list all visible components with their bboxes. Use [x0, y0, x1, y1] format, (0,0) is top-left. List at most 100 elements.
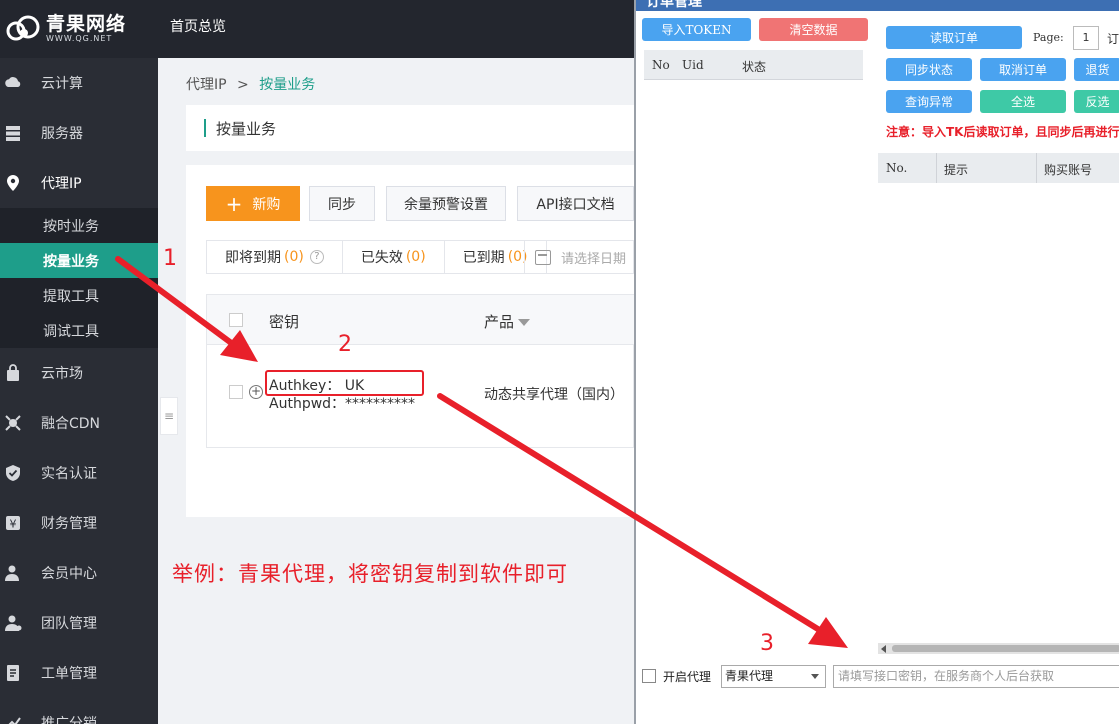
column-header-key: 密钥: [269, 313, 300, 331]
breadcrumb-current: 按量业务: [259, 77, 316, 93]
software-window: 订单管理 导入TOKEN 清空数据 No Uid 状态 读取订单 Page: 1…: [634, 0, 1119, 724]
sidebar-collapse-handle[interactable]: ≡: [160, 397, 178, 435]
sidebar-item-market[interactable]: 云市场: [0, 348, 158, 398]
chevron-down-icon: [811, 674, 819, 679]
column-divider: [936, 153, 937, 183]
column-header-product[interactable]: 产品: [484, 311, 531, 332]
select-all-checkbox[interactable]: [229, 313, 243, 327]
sidebar-item-verify[interactable]: 实名认证: [0, 448, 158, 498]
select-all-button[interactable]: 全选: [980, 90, 1066, 113]
sidebar-item-member[interactable]: 会员中心: [0, 548, 158, 598]
sidebar: 云计算 服务器 代理IP 按时业务 按量业务 提取工具 调试工具 云市场 融合C…: [0, 58, 158, 724]
read-orders-button[interactable]: 读取订单: [886, 26, 1022, 49]
breadcrumb-separator: >: [237, 77, 249, 93]
sidebar-item-label: 服务器: [41, 126, 83, 142]
page-input[interactable]: 1: [1073, 26, 1099, 50]
sidebar-subitem-volume[interactable]: 按量业务: [0, 243, 158, 278]
column-header-product-label: 产品: [484, 313, 515, 331]
right-col-hint: 提示: [944, 163, 969, 177]
brand-name: 青果网络: [46, 13, 127, 35]
step-number-1: 1: [163, 246, 177, 271]
member-icon: [5, 565, 19, 581]
sidebar-item-team[interactable]: 团队管理: [0, 598, 158, 648]
cancel-order-button[interactable]: 取消订单: [980, 58, 1066, 81]
invert-selection-button[interactable]: 反选: [1074, 90, 1119, 113]
calendar-icon: [535, 250, 551, 265]
sidebar-item-proxy-ip[interactable]: 代理IP: [0, 158, 158, 208]
main-card: + 新购 同步 余量预警设置 API接口文档 即将到期 (0) ? 已失效 (0…: [186, 165, 635, 517]
column-divider: [1036, 153, 1037, 183]
tab-count: (0): [284, 249, 304, 265]
left-col-status: 状态: [742, 60, 767, 74]
cdn-icon: [5, 415, 21, 431]
logo[interactable]: 青果网络 WWW.QG.NET: [0, 0, 158, 58]
new-purchase-label: 新购: [252, 196, 281, 213]
enable-proxy-checkbox[interactable]: [642, 669, 656, 683]
left-grid-header: No Uid 状态: [644, 50, 863, 80]
sidebar-item-label: 云市场: [41, 366, 83, 382]
api-docs-button[interactable]: API接口文档: [517, 186, 634, 221]
authpwd-value: Authpwd：**********: [269, 396, 416, 412]
sidebar-item-label: 团队管理: [41, 616, 97, 632]
page-title: 按量业务: [216, 120, 277, 138]
server-icon: [6, 126, 20, 141]
sidebar-subitem-timed[interactable]: 按时业务: [0, 208, 158, 243]
horizontal-scrollbar[interactable]: [878, 643, 1119, 654]
top-nav-home[interactable]: 首页总览: [170, 16, 226, 36]
tab-label: 已到期: [462, 250, 505, 266]
sidebar-item-label: 财务管理: [41, 516, 97, 532]
sidebar-item-label: 推广分销: [41, 716, 97, 724]
new-purchase-button[interactable]: + 新购: [206, 186, 300, 221]
scroll-left-icon[interactable]: [881, 645, 886, 653]
import-token-button[interactable]: 导入TOKEN: [642, 18, 751, 41]
app-titlebar: 订单管理: [636, 0, 1119, 11]
promote-icon: [8, 717, 21, 724]
order-label: 订单: [1107, 32, 1119, 46]
sync-button[interactable]: 同步: [309, 186, 375, 221]
sidebar-item-server[interactable]: 服务器: [0, 108, 158, 158]
sidebar-item-label: 工单管理: [41, 666, 97, 682]
proxy-ip-icon: [7, 175, 19, 191]
title-accent-bar: [204, 119, 206, 137]
query-exception-button[interactable]: 查询异常: [886, 90, 972, 113]
balance-warning-button[interactable]: 余量预警设置: [386, 186, 506, 221]
authkey-highlight-box: [265, 370, 424, 396]
expand-icon[interactable]: +: [249, 385, 263, 399]
sidebar-item-promote[interactable]: 推广分销: [0, 698, 158, 724]
sidebar-item-label: 融合CDN: [41, 416, 101, 432]
right-col-account: 购买账号: [1044, 163, 1093, 177]
clear-data-button[interactable]: 清空数据: [759, 18, 868, 41]
app-title: 订单管理: [646, 0, 702, 10]
breadcrumb-parent[interactable]: 代理IP: [186, 77, 227, 93]
sidebar-item-finance[interactable]: ¥ 财务管理: [0, 498, 158, 548]
svg-text:¥: ¥: [10, 518, 17, 531]
left-col-uid: Uid: [682, 58, 704, 72]
tab-expiring-soon[interactable]: 即将到期 (0) ?: [206, 240, 343, 274]
tab-invalid[interactable]: 已失效 (0): [341, 240, 445, 274]
right-col-no: No.: [886, 161, 908, 175]
right-grid-header: No. 提示 购买账号: [878, 153, 1119, 183]
sidebar-item-cloud[interactable]: 云计算: [0, 58, 158, 108]
sidebar-item-ticket[interactable]: 工单管理: [0, 648, 158, 698]
refund-button[interactable]: 退货: [1074, 58, 1119, 81]
help-icon[interactable]: ?: [309, 250, 324, 264]
proxy-provider-value: 青果代理: [725, 669, 774, 683]
enable-proxy-label: 开启代理: [663, 670, 712, 684]
logo-cloud-icon: [6, 15, 40, 41]
sidebar-item-cdn[interactable]: 融合CDN: [0, 398, 158, 448]
tab-label: 即将到期: [225, 250, 281, 266]
sidebar-subitem-extract[interactable]: 提取工具: [0, 278, 158, 313]
filter-icon[interactable]: [518, 319, 531, 326]
sidebar-item-label: 会员中心: [41, 566, 97, 582]
sync-status-button[interactable]: 同步状态: [886, 58, 972, 81]
team-icon: [5, 615, 22, 631]
date-picker-input[interactable]: 请选择日期: [524, 240, 634, 274]
left-col-no: No: [652, 58, 670, 72]
yen-icon: ¥: [6, 516, 20, 531]
cloud-icon: [5, 77, 21, 87]
proxy-provider-select[interactable]: 青果代理: [721, 665, 826, 688]
api-key-input[interactable]: 请填写接口密钥，在服务商个人后台获取: [833, 665, 1119, 688]
scrollbar-thumb[interactable]: [892, 645, 1119, 652]
sidebar-subitem-debug[interactable]: 调试工具: [0, 313, 158, 348]
row-checkbox[interactable]: [229, 385, 243, 399]
